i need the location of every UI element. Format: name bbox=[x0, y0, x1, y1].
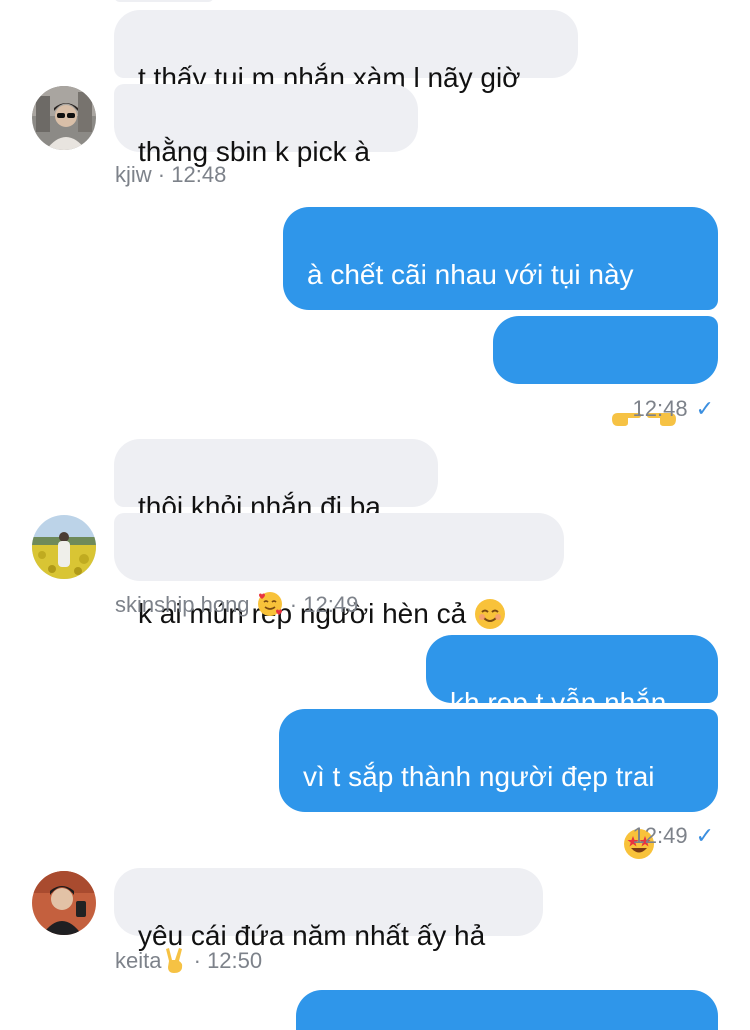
smiling-hearts-emoji-icon bbox=[256, 590, 284, 618]
message-bubble-7[interactable]: kh rep t vẫn nhắn bbox=[426, 635, 718, 718]
message-time: 12:49 bbox=[303, 592, 359, 617]
message-text: vì t sắp thành người đẹp trai có bồ chứ … bbox=[303, 761, 655, 860]
meta-separator: · bbox=[193, 948, 201, 973]
meta-separator: · bbox=[157, 162, 166, 187]
avatar-image bbox=[32, 86, 96, 150]
victory-hand-emoji-icon bbox=[163, 946, 187, 974]
message-bubble-5[interactable]: thôi khỏi nhắn đi ba bbox=[114, 439, 438, 522]
message-time: 12:48 bbox=[632, 396, 688, 421]
message-text: ý là ý... bbox=[517, 399, 606, 430]
message-bubble-9[interactable]: yêu cái đứa năm nhất ấy hả bbox=[114, 868, 543, 951]
avatar-image bbox=[32, 515, 96, 579]
message-status-1: 12:48 ✓ bbox=[633, 396, 715, 422]
pointing-fingers-emoji-icon bbox=[608, 367, 680, 426]
meta-separator: · bbox=[289, 592, 298, 617]
message-time: 12:49 bbox=[632, 823, 688, 848]
next-outgoing-bubble[interactable] bbox=[296, 990, 718, 1030]
message-bubble-4[interactable]: ý là ý... bbox=[493, 316, 718, 430]
read-check-icon: ✓ bbox=[695, 823, 714, 848]
sender-name: kjiw bbox=[115, 162, 152, 187]
message-status-2: 12:49 ✓ bbox=[633, 823, 715, 849]
message-bubble-8[interactable]: vì t sắp thành người đẹp trai có bồ chứ … bbox=[279, 709, 718, 860]
message-time: 12:50 bbox=[207, 948, 263, 973]
message-bubble-1[interactable]: t thấy tụi m nhắn xàm l nãy giờ bbox=[114, 10, 578, 93]
message-time: 12:48 bbox=[171, 162, 227, 187]
sender-name: skinship hong bbox=[115, 592, 250, 617]
avatar-keita[interactable] bbox=[32, 871, 96, 935]
avatar-image bbox=[32, 871, 96, 935]
message-bubble-6[interactable]: k ai mún rep người hèn cả bbox=[114, 513, 564, 629]
avatar-kjiw[interactable] bbox=[32, 86, 96, 150]
smiling-face-emoji-icon bbox=[474, 564, 506, 629]
sender-meta-kjiw: kjiw · 12:48 bbox=[115, 162, 226, 188]
sender-meta-skinship-hong: skinship hong · 12:49 bbox=[115, 590, 358, 618]
star-struck-emoji-icon bbox=[623, 794, 655, 859]
avatar-skinship-hong[interactable] bbox=[32, 515, 96, 579]
message-bubble-3[interactable]: à chết cãi nhau với tụi này quên luôn mụ… bbox=[283, 207, 718, 355]
sender-meta-keita: keita · 12:50 bbox=[115, 946, 262, 974]
previous-bubble-edge bbox=[114, 0, 214, 2]
read-check-icon: ✓ bbox=[695, 396, 714, 421]
message-bubble-2[interactable]: thằng sbin k pick à bbox=[114, 84, 418, 167]
sender-name: keita bbox=[115, 948, 162, 973]
